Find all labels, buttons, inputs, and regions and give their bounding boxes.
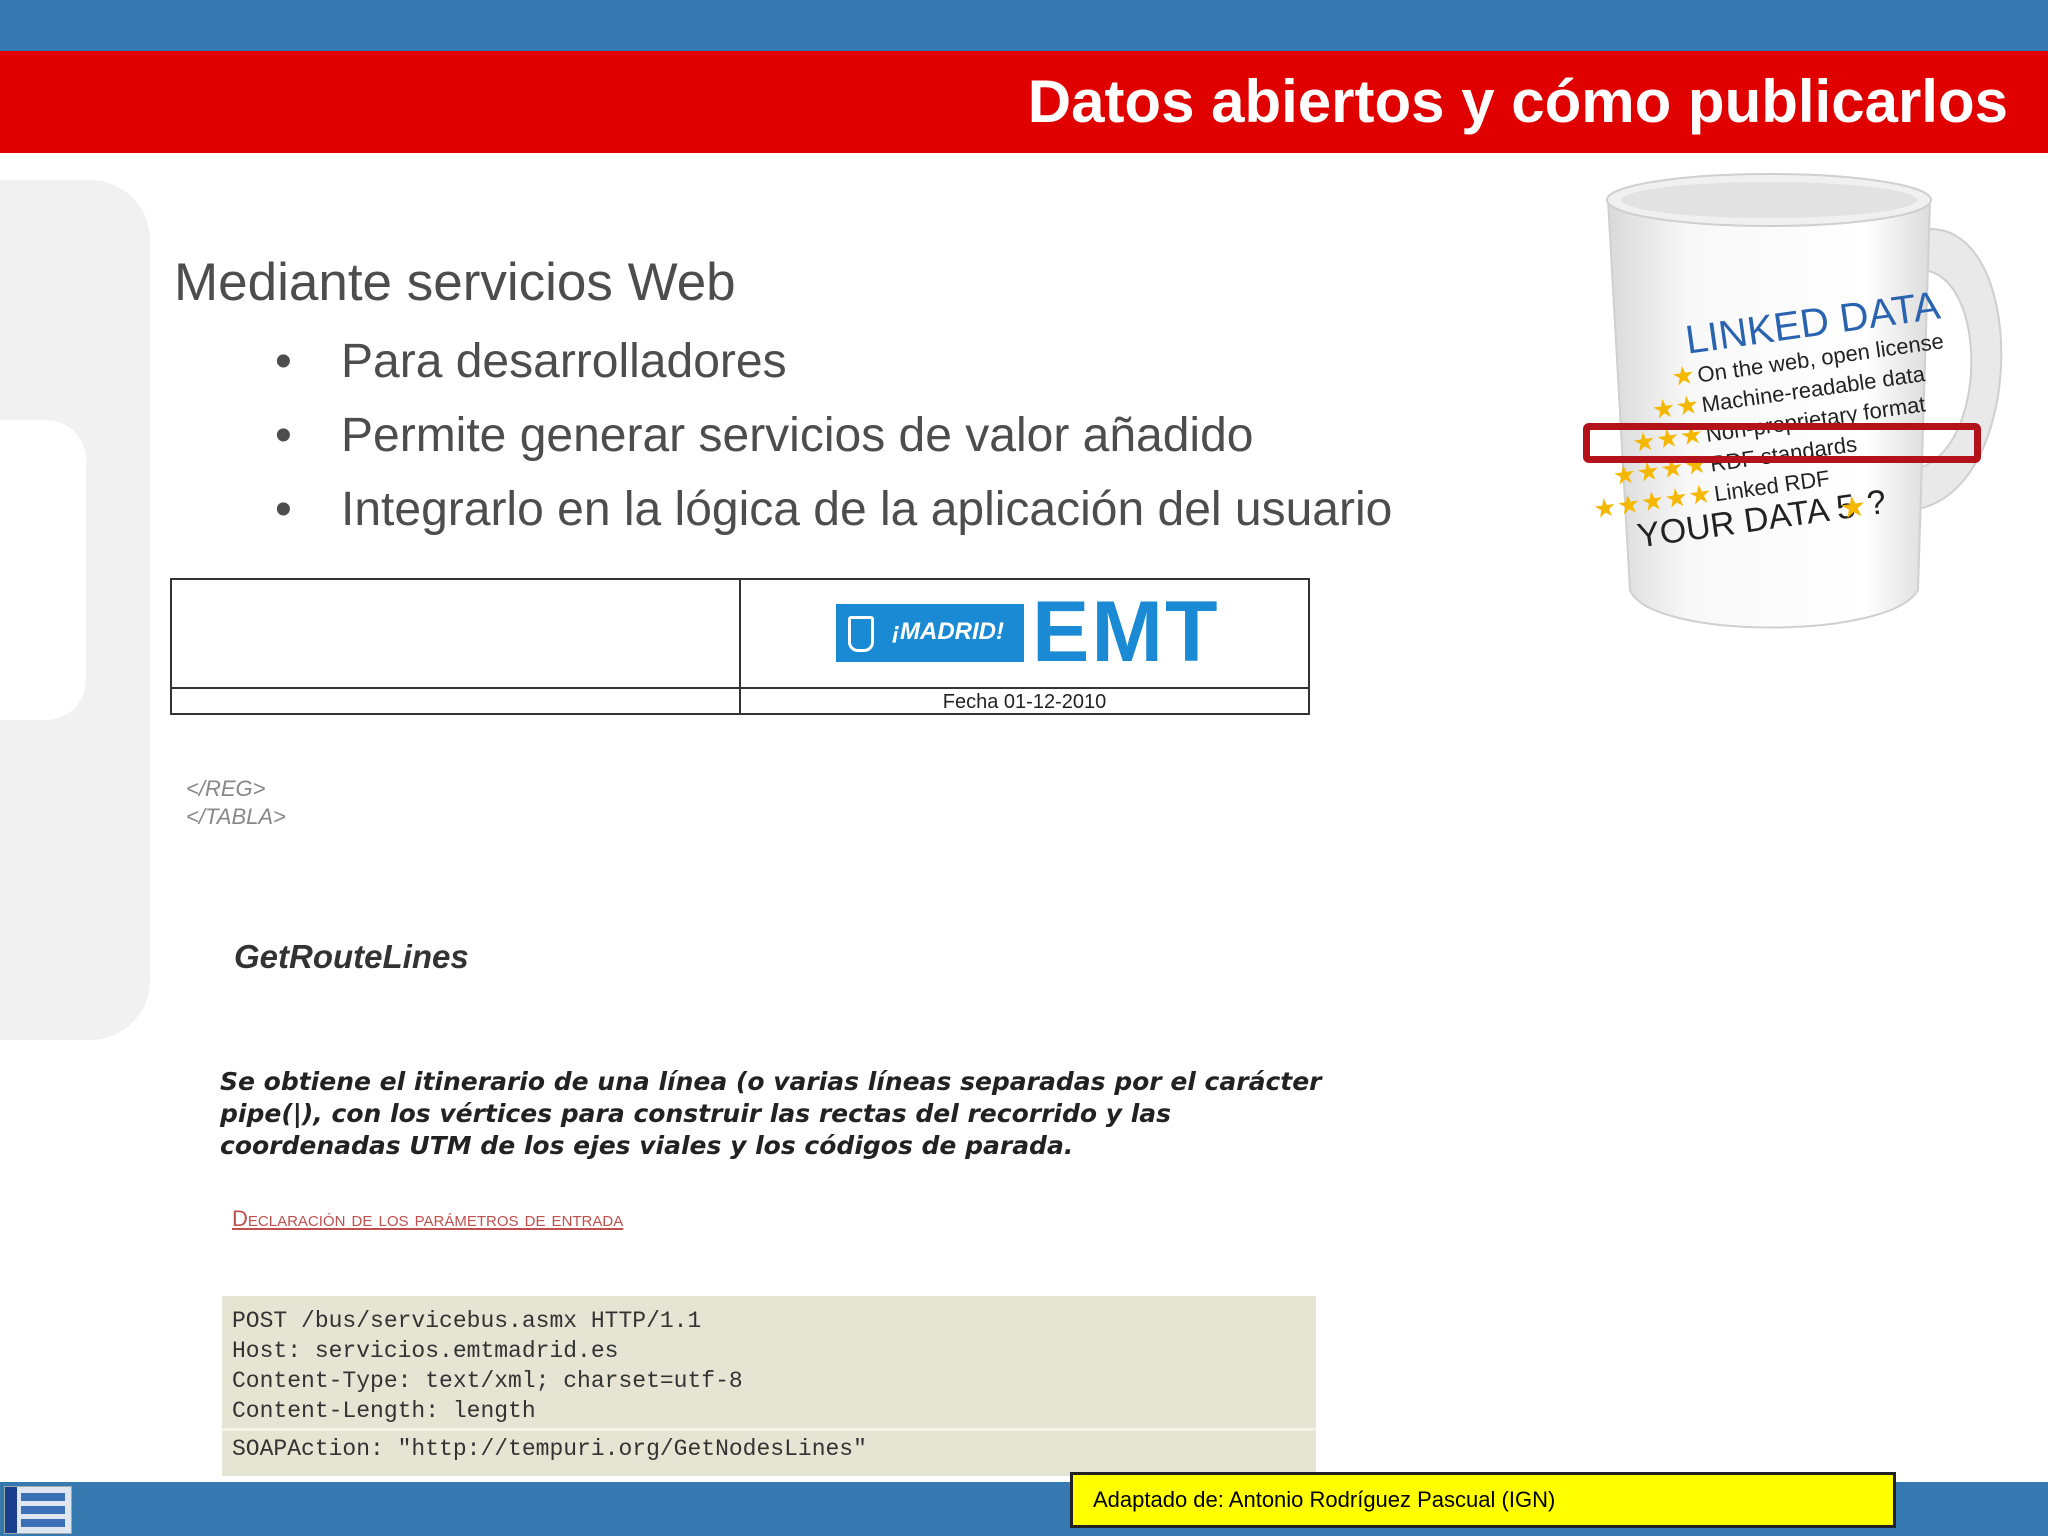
main-heading: Mediante servicios Web (174, 253, 736, 312)
star-icon: ★ (1615, 488, 1642, 521)
bullet-text: Integrarlo en la lógica de la aplicación… (341, 483, 1393, 536)
method-description: Se obtiene el itinerario de una línea (o… (220, 1067, 1322, 1160)
watermark-cutout (0, 420, 86, 720)
linked-data-mug-image: LINKED DATA On the web, open license Mac… (1591, 173, 2003, 629)
star-icon: ★ (1674, 389, 1701, 422)
shield-icon (848, 616, 874, 652)
slide-title: Datos abiertos y cómo publicarlos (1027, 68, 2008, 135)
bullet-text: Para desarrolladores (341, 335, 787, 388)
soap-action-code: SOAPAction: "http://tempuri.org/GetNodes… (232, 1436, 867, 1462)
madrid-logo: ¡MADRID! (836, 604, 1024, 662)
mug-rim-inner (1621, 182, 1917, 218)
bullet-text: Permite generar servicios de valor añadi… (341, 409, 1254, 462)
star-icon: ★ (1611, 458, 1638, 491)
logo-line (21, 1506, 65, 1514)
highlight-box (1583, 423, 1981, 463)
madrid-logo-text: ¡MADRID! (892, 618, 1004, 645)
top-band (0, 0, 2048, 51)
star-icon: ★ (1670, 359, 1697, 392)
star-icon: ★ (1837, 490, 1868, 526)
code-block: POST /bus/servicebus.asmx HTTP/1.1 Host:… (222, 1296, 1316, 1476)
bullet-dot: • (275, 483, 292, 536)
bullet-dot: • (275, 335, 292, 388)
star-icon: ★ (1686, 478, 1713, 511)
star-icon: ★ (1639, 485, 1666, 518)
star-icon: ★ (1650, 392, 1677, 425)
logo-line (21, 1519, 65, 1527)
xml-closing-tag: </TABLA> (186, 804, 286, 829)
code-separator (222, 1428, 1316, 1431)
logo-bar (5, 1487, 17, 1533)
params-link[interactable]: Declaración de los parámetros de entrada (232, 1206, 623, 1232)
document-date: Fecha 01-12-2010 (942, 691, 1107, 713)
credit-box: Adaptado de: Antonio Rodríguez Pascual (… (1070, 1472, 1896, 1528)
bullet-item: • Integrarlo en la lógica de la aplicació… (275, 482, 1392, 537)
star-icon: ★ (1663, 481, 1690, 514)
method-name: GetRouteLines (234, 938, 469, 975)
http-request-code: POST /bus/servicebus.asmx HTTP/1.1 Host:… (232, 1308, 743, 1424)
bullet-item: • Permite generar servicios de valor añad… (275, 408, 1253, 463)
ontology-group-logo (4, 1486, 72, 1534)
xml-closing-tag: </REG> (186, 776, 266, 801)
logo-line (21, 1493, 65, 1501)
star-icon: ★ (1591, 491, 1618, 524)
emt-logo: EMT (1032, 584, 1220, 680)
bullet-dot: • (275, 409, 292, 462)
document-header-table: ¡MADRID! EMT Fecha 01-12-2010 (170, 578, 1310, 715)
bullet-item: • Para desarrolladores (275, 334, 787, 389)
